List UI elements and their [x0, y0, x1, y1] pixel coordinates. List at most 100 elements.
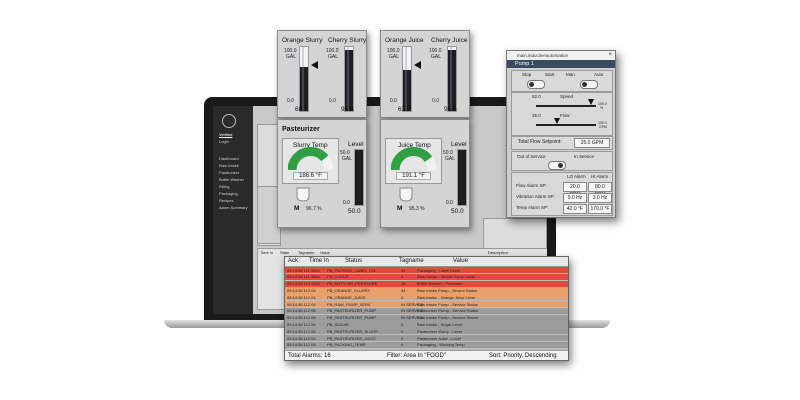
alarm-time: 09:14:38 112 06 — [287, 321, 316, 327]
nav-item-filling[interactable]: Filling — [219, 184, 229, 189]
alarm-sort[interactable]: Sort: Priority, Descending — [489, 353, 557, 359]
hi-alarm-header: HI Alarm — [591, 174, 609, 179]
tank-level-bar — [344, 46, 354, 112]
alarm-table-header: Ack Time In Status Tagname Value — [285, 257, 568, 267]
col-value[interactable]: Value — [453, 258, 468, 264]
bg-col-value: Value — [320, 250, 330, 255]
total-flow-group: Total Flow Setpoint: 25.0 GPM — [511, 136, 613, 150]
level-unit: GAL — [342, 156, 353, 162]
pump-percent: 95.3 % — [409, 206, 425, 212]
tank-name: Cherry Juice — [431, 37, 468, 44]
nav-item-dashboard[interactable]: Dashboard — [219, 156, 239, 161]
alarm-tagname: PB_SUGAR — [327, 321, 349, 327]
pump-percent: 96.7 % — [306, 206, 322, 212]
setpoint-marker[interactable] — [414, 61, 421, 69]
pump-icon[interactable] — [294, 186, 312, 202]
alarm-tagname: PB_RAW_PUMP_SERV — [327, 301, 371, 307]
alarm-row[interactable]: 09:14:38 112 06 PB_PASTEURIZER_JUICE 0 Past… — [285, 335, 568, 342]
tank-unit: GAL — [431, 54, 442, 60]
speed-slider-knob[interactable] — [588, 99, 595, 105]
alarm-time: 09:14:38 112 9664 — [287, 281, 321, 287]
total-flow-input[interactable]: 25.0 GPM — [574, 138, 610, 148]
alarm-row[interactable]: 09:14:38 112 06 PB_PASTEURIZER_PUMP IN SER… — [285, 307, 568, 315]
tube-glint — [347, 47, 349, 111]
nav-item-alarm-summary[interactable]: Alarm Summary — [219, 205, 248, 210]
flow-slider[interactable] — [536, 124, 596, 126]
alarm-description: Raw Intake - Simple Syrup Level — [417, 274, 476, 280]
alarm-row[interactable]: 09:14:38 112 04 PB_ORANGE_SLURRY 54 Raw Int… — [285, 287, 568, 294]
tube-glint — [450, 47, 452, 111]
tank-value: 95.6 — [444, 106, 457, 113]
tank-panel-juice: Orange Juice Cherry Juice 100.0 GAL 0.0 … — [380, 30, 470, 118]
setpoint-marker[interactable] — [311, 61, 318, 69]
alarm-row[interactable]: 09:14:38 112 06 PB_SUGAR 0 Raw Intake - Sug… — [285, 321, 568, 328]
alarm-value: 0 — [401, 328, 404, 334]
alarm-row[interactable]: 09:14:38 111 9664 PB_SYRUP 0 Raw Intake - S… — [285, 273, 568, 281]
level-bar — [457, 149, 467, 206]
alarm-row[interactable]: 09:14:38 112 9664 PB_BOTTLER_PRESSURE 28 Bo… — [285, 280, 568, 287]
pump-icon[interactable] — [397, 186, 415, 202]
man-auto-toggle[interactable] — [580, 80, 598, 89]
level-value: 50.0 — [348, 208, 361, 215]
alarm-row[interactable]: 09:14:38 112 04 PB_ORANGE_JUICE 0 Raw Intak… — [285, 294, 568, 301]
alarm-row[interactable]: 09:14:38 112 06 PB_PASTEURIZER_SLURR 0 Past… — [285, 328, 568, 335]
alarm-tagname: PB_PASTEURIZER_JUICE — [327, 335, 377, 341]
pump-header-label: Pump 1 — [515, 61, 534, 67]
alarm-description: Raw Intake Pump - Severe Status — [417, 287, 478, 293]
alarm-time: 09:14:38 111 9664 — [287, 274, 320, 280]
service-group: Out of Service In Service — [511, 151, 613, 171]
flow-alarm-label: Flow Alarm SP: — [516, 183, 547, 188]
alarm-value: 28 — [401, 281, 406, 287]
service-toggle[interactable] — [548, 161, 566, 170]
tank-unit: GAL — [328, 54, 339, 60]
col-ack[interactable]: Ack — [288, 258, 298, 264]
alarm-description: Raw Intake - Orange Juice Level — [417, 294, 476, 300]
nav-item-bottle-washer[interactable]: Bottle Washer — [219, 177, 244, 182]
level-min: 0.0 — [446, 200, 453, 206]
nav-item-recipes[interactable]: Recipes — [219, 198, 233, 203]
nav-item-raw-intake[interactable]: Raw Intake — [219, 163, 239, 168]
nav-item-verified[interactable]: Verified — [219, 132, 232, 137]
alarm-setpoints-group: LO Alarm HI Alarm Flow Alarm SP: 20.0 GP… — [511, 172, 613, 216]
alarm-description: Packaging - Working Temp — [417, 342, 465, 348]
temp-readout: 186.6 °F — [293, 172, 328, 180]
alarm-row[interactable]: 09:14:38 112 04 PB_RAW_PUMP_SERV IN SERVIC… — [285, 301, 568, 308]
tank-name: Cherry Slurry — [328, 37, 367, 44]
toggle-knob — [529, 82, 534, 87]
tank-name: Orange Slurry — [282, 37, 323, 44]
vibration-alarm-hi[interactable]: 3.0 Hz — [588, 193, 612, 203]
vibration-alarm-lo[interactable]: 9.0 Hz — [563, 193, 587, 203]
alarm-time: 09:14:38 111 9664 — [287, 267, 320, 273]
alarm-table-footer: Total Alarms: 16 Filter: Area In "FOOD" … — [285, 350, 568, 360]
nav-item-login[interactable]: Login — [219, 139, 229, 144]
flow-alarm-hi[interactable]: 80.0 GPM — [588, 182, 612, 198]
tank-min: 0.0 — [287, 98, 294, 104]
tank-value: 63.9 — [398, 106, 411, 113]
flow-slider-knob[interactable] — [554, 118, 560, 124]
col-tagname[interactable]: Tagname — [399, 258, 424, 264]
tank-level-bar — [447, 46, 457, 112]
close-icon[interactable]: × — [608, 52, 612, 58]
alarm-tagname: PB_SYRUP — [327, 274, 349, 280]
temp-alarm-lo[interactable]: 42.0 °F — [563, 204, 587, 214]
alarm-row[interactable]: 09:14:38 112 06 PB_PACKING_TEMP 0 Packaging… — [285, 341, 568, 349]
alarm-row[interactable]: 09:14:38 111 9664 PB_PACKING_LABEL_LVL 44 P… — [285, 267, 568, 274]
alarm-table: Ack Time In Status Tagname Value 09:14:3… — [284, 256, 569, 361]
alarm-tagname: PB_PASTEURIZER_SLURR — [327, 328, 379, 334]
col-status[interactable]: Status — [345, 258, 362, 264]
nav-item-packaging[interactable]: Packaging — [219, 191, 238, 196]
speed-slider[interactable] — [536, 105, 596, 107]
alarm-row[interactable]: 09:14:38 112 06 PB_PASTEURIZER_PUMP IN SER… — [285, 314, 568, 321]
alarm-description: Bottle Washer - Pressure — [417, 281, 462, 287]
alarm-description: Raw Intake Pump - Service Status — [417, 301, 478, 307]
flow-alarm-lo[interactable]: 20.0 GPM — [563, 182, 587, 198]
tube-glint — [405, 47, 407, 111]
alarm-description: Raw Intake - Sugar Level — [417, 321, 462, 327]
temp-alarm-hi[interactable]: 170.0 °F — [588, 204, 612, 214]
nav-item-pasteurizer[interactable]: Pasteurizer — [219, 170, 239, 175]
start-stop-toggle[interactable] — [527, 80, 545, 89]
col-time[interactable]: Time In — [309, 258, 329, 264]
start-label: Start — [545, 72, 555, 77]
pump-window: main.inductiveautomation × Pump 1 Stop S… — [506, 50, 616, 218]
alarm-tagname: PB_BOTTLER_PRESSURE — [327, 281, 378, 287]
